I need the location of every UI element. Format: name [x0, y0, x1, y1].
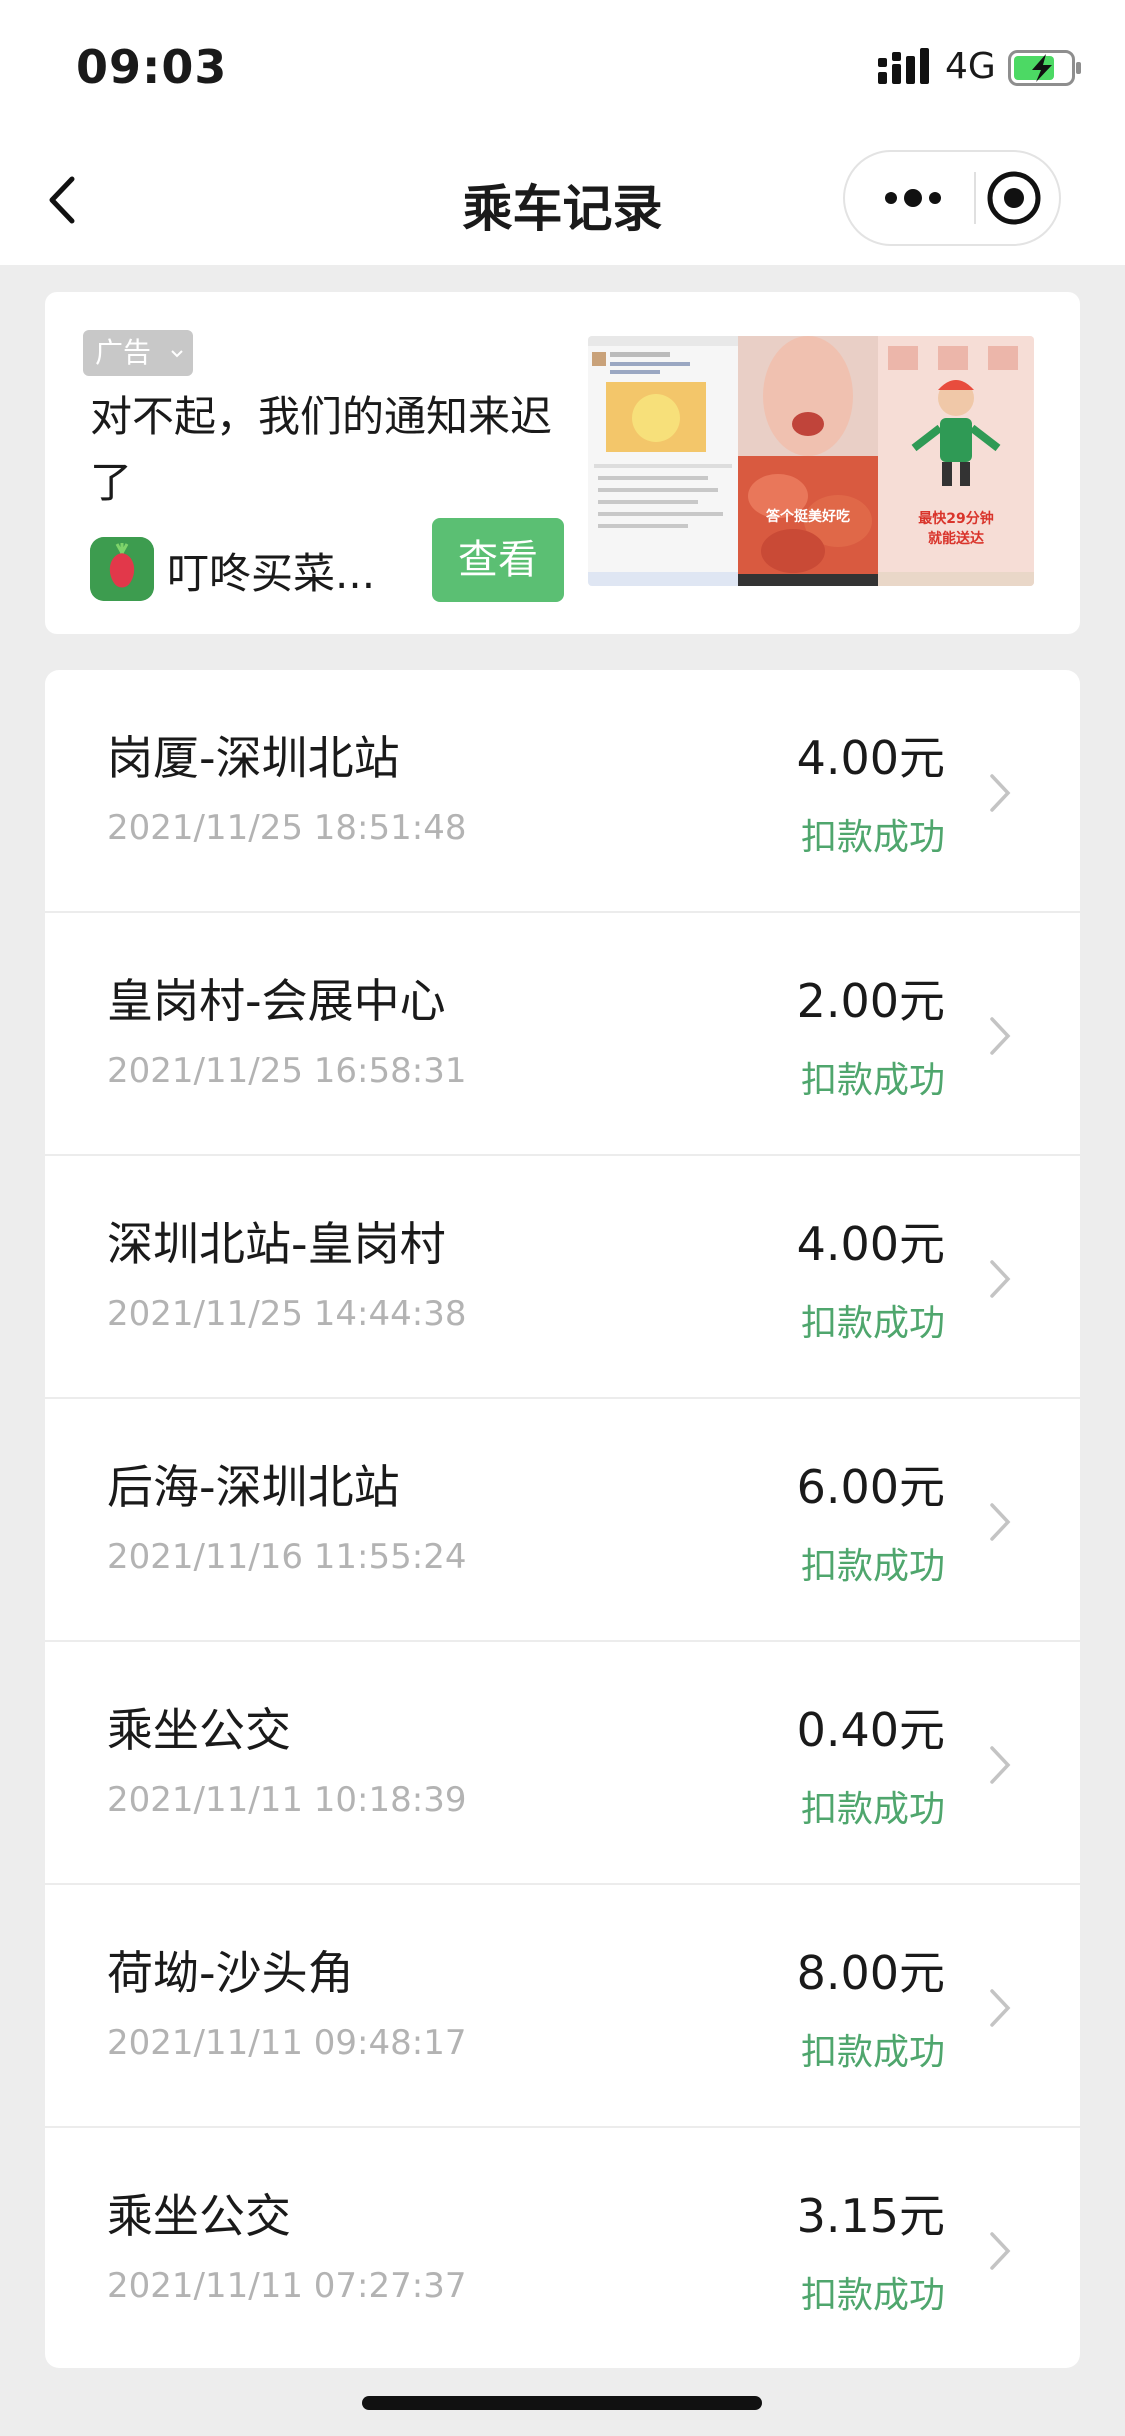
more-icon[interactable] [845, 152, 953, 244]
chevron-right-icon [990, 1989, 1011, 2027]
network-label: 4G [945, 46, 996, 87]
record-status: 扣款成功 [800, 1303, 945, 1344]
record-route: 后海-深圳北站 [107, 1460, 400, 1514]
view-button[interactable]: 查看 [432, 518, 564, 602]
ad-card[interactable]: 广告 对不起，我们的通知来迟了 叮咚买菜... 查看 答个挺美好吃 最快29分钟… [45, 292, 1080, 634]
record-status: 扣款成功 [800, 1060, 945, 1101]
signal-icon [878, 48, 929, 84]
record-amount: 8.00元 [796, 1946, 945, 2000]
record-time: 2021/11/11 10:18:39 [107, 1780, 467, 1820]
record-amount: 6.00元 [796, 1460, 945, 1514]
chevron-right-icon [990, 774, 1011, 812]
chevron-right-icon [990, 1503, 1011, 1541]
record-status: 扣款成功 [800, 1546, 945, 1587]
ad-image-strip[interactable]: 答个挺美好吃 最快29分钟 就能送达 [588, 336, 1034, 586]
ad-image-caption-2: 最快29分钟 [918, 511, 994, 527]
miniprogram-capsule [843, 150, 1061, 246]
ad-image-caption-3: 就能送达 [928, 531, 984, 547]
record-amount: 2.00元 [796, 974, 945, 1028]
record-status: 扣款成功 [800, 817, 945, 858]
record-status: 扣款成功 [800, 2032, 945, 2073]
ad-badge[interactable]: 广告 [83, 330, 193, 376]
nav-bar: 乘车记录 [0, 135, 1125, 265]
chevron-right-icon [990, 1017, 1011, 1055]
record-time: 2021/11/11 09:48:17 [107, 2023, 467, 2063]
ad-image-caption-1: 答个挺美好吃 [766, 509, 850, 525]
ad-app-name: 叮咚买菜... [167, 549, 376, 598]
grapefruit-image [738, 336, 878, 586]
ad-image-food: 答个挺美好吃 [738, 336, 878, 586]
home-indicator[interactable] [362, 2396, 762, 2410]
record-amount: 0.40元 [796, 1703, 945, 1757]
record-time: 2021/11/25 14:44:38 [107, 1294, 467, 1334]
record-route: 乘坐公交 [107, 2189, 291, 2243]
record-route: 皇岗村-会展中心 [107, 974, 446, 1028]
record-route: 乘坐公交 [107, 1703, 291, 1757]
ad-badge-label: 广告 [95, 336, 152, 369]
chevron-right-icon [990, 1260, 1011, 1298]
record-status: 扣款成功 [800, 2275, 945, 2316]
record-route: 深圳北站-皇岗村 [107, 1217, 446, 1271]
ride-record-list: 岗厦-深圳北站 2021/11/25 18:51:48 4.00元 扣款成功 皇… [45, 670, 1080, 2368]
ad-image-delivery: 最快29分钟 就能送达 [878, 336, 1034, 586]
record-time: 2021/11/25 16:58:31 [107, 1051, 467, 1091]
ride-record-row[interactable]: 乘坐公交 2021/11/11 07:27:37 3.15元 扣款成功 [45, 2128, 1080, 2368]
close-miniprogram-icon[interactable] [976, 152, 1059, 244]
ride-record-row[interactable]: 乘坐公交 2021/11/11 10:18:39 0.40元 扣款成功 [45, 1642, 1080, 1885]
ride-record-row[interactable]: 后海-深圳北站 2021/11/16 11:55:24 6.00元 扣款成功 [45, 1399, 1080, 1642]
ride-record-row[interactable]: 岗厦-深圳北站 2021/11/25 18:51:48 4.00元 扣款成功 [45, 670, 1080, 913]
ride-record-row[interactable]: 荷坳-沙头角 2021/11/11 09:48:17 8.00元 扣款成功 [45, 1885, 1080, 2128]
ride-record-row[interactable]: 深圳北站-皇岗村 2021/11/25 14:44:38 4.00元 扣款成功 [45, 1156, 1080, 1399]
ad-title: 对不起，我们的通知来迟了 [90, 392, 553, 507]
ride-record-row[interactable]: 皇岗村-会展中心 2021/11/25 16:58:31 2.00元 扣款成功 [45, 913, 1080, 1156]
record-amount: 4.00元 [796, 731, 945, 785]
record-amount: 4.00元 [796, 1217, 945, 1271]
chevron-down-icon [171, 350, 183, 358]
record-time: 2021/11/25 18:51:48 [107, 808, 467, 848]
battery-charging-icon [1008, 50, 1081, 86]
chat-screenshot-image [588, 336, 738, 586]
record-time: 2021/11/11 07:27:37 [107, 2266, 467, 2306]
record-status: 扣款成功 [800, 1789, 945, 1830]
record-route: 岗厦-深圳北站 [107, 731, 400, 785]
app-logo-icon [90, 537, 154, 601]
delivery-person-image [878, 336, 1034, 586]
record-time: 2021/11/16 11:55:24 [107, 1537, 467, 1577]
ad-image-chat [588, 336, 738, 586]
record-amount: 3.15元 [796, 2189, 945, 2243]
record-route: 荷坳-沙头角 [107, 1946, 354, 2000]
status-bar: 09:03 4G [0, 0, 1125, 135]
chevron-right-icon [990, 2232, 1011, 2270]
chevron-right-icon [990, 1746, 1011, 1784]
status-time: 09:03 [76, 40, 228, 94]
